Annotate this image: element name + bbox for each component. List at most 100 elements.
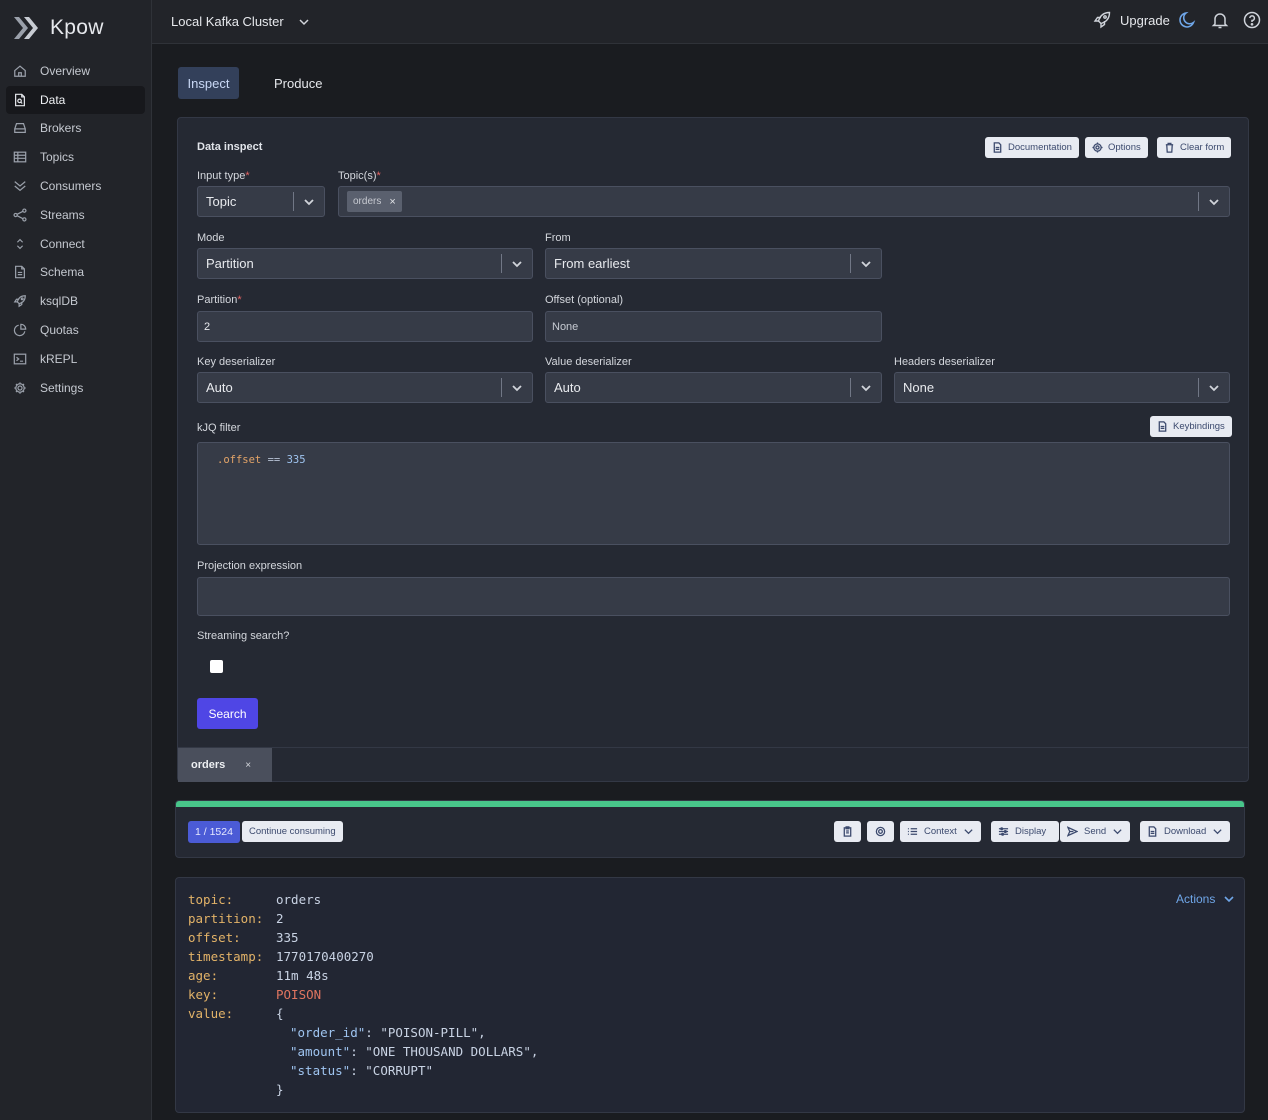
download-button[interactable]: Download xyxy=(1140,821,1231,842)
json-key: "order_id" xyxy=(290,1025,366,1040)
sidebar-item-consumers[interactable]: Consumers xyxy=(6,172,145,200)
notifications-button[interactable] xyxy=(1210,10,1230,30)
projection-editor[interactable] xyxy=(197,577,1230,616)
bell-icon xyxy=(1211,13,1229,29)
sidebar-item-krepl[interactable]: kREPL xyxy=(6,345,145,373)
server-icon xyxy=(12,120,28,136)
target-icon xyxy=(875,826,886,837)
json-line: "status": "CORRUPT" xyxy=(290,1063,433,1078)
json-value: "CORRUPT" xyxy=(365,1063,434,1078)
key-deserializer-label: Key deserializer xyxy=(197,356,276,368)
cluster-name: Local Kafka Cluster xyxy=(171,14,284,29)
sidebar-item-overview[interactable]: Overview xyxy=(6,57,145,85)
sidebar-item-label: Settings xyxy=(40,381,84,395)
from-select[interactable]: From earliest xyxy=(545,248,882,279)
kjq-filter-editor[interactable]: .offset == 335 xyxy=(197,442,1230,545)
file-icon xyxy=(1158,421,1167,432)
mode-select[interactable]: Partition xyxy=(197,248,533,279)
value-deserializer-select[interactable]: Auto xyxy=(545,372,882,403)
partition-input[interactable] xyxy=(197,311,533,342)
sidebar-item-data[interactable]: Data xyxy=(6,86,145,114)
target-button[interactable] xyxy=(867,821,894,842)
sidebar-item-brokers[interactable]: Brokers xyxy=(6,114,145,142)
json-line: "order_id": "POISON-PILL", xyxy=(290,1025,486,1040)
input-type-value: Topic xyxy=(206,194,237,209)
document-icon xyxy=(12,92,28,108)
keybindings-label: Keybindings xyxy=(1173,421,1225,432)
options-button[interactable]: Options xyxy=(1085,137,1148,158)
file-icon xyxy=(12,264,28,280)
tab-inspect[interactable]: Inspect xyxy=(178,67,239,99)
streaming-label: Streaming search? xyxy=(197,630,290,642)
headers-deserializer-value: None xyxy=(903,380,935,395)
display-button[interactable]: Display xyxy=(991,821,1060,842)
keybindings-button[interactable]: Keybindings xyxy=(1150,416,1232,437)
upgrade-button[interactable]: Upgrade xyxy=(1092,10,1170,30)
remove-chip-icon[interactable]: × xyxy=(389,196,395,208)
result-tab-orders[interactable]: orders × xyxy=(178,748,272,782)
sidebar-item-ksqldb[interactable]: ksqlDB xyxy=(6,287,145,315)
partition-label: Partition* xyxy=(197,294,242,306)
list-icon xyxy=(907,828,918,835)
copy-button[interactable] xyxy=(834,821,861,842)
cluster-selector[interactable]: Local Kafka Cluster xyxy=(171,14,310,29)
chevron-down-icon xyxy=(1199,187,1229,216)
send-button[interactable]: Send xyxy=(1060,821,1131,842)
topics-select[interactable]: orders × xyxy=(338,186,1230,217)
record-card: Actions topic: orders partition: 2 offse… xyxy=(175,877,1245,1113)
required-marker: * xyxy=(376,170,381,182)
context-label: Context xyxy=(924,826,957,837)
documentation-button[interactable]: Documentation xyxy=(985,137,1079,158)
clear-form-button[interactable]: Clear form xyxy=(1157,137,1232,158)
sidebar-item-quotas[interactable]: Quotas xyxy=(6,316,145,344)
input-type-select[interactable]: Topic xyxy=(197,186,325,217)
dark-mode-toggle[interactable] xyxy=(1178,10,1198,30)
sidebar-item-connect[interactable]: Connect xyxy=(6,230,145,258)
record-key: key: xyxy=(188,987,219,1002)
mode-label: Mode xyxy=(197,232,225,244)
headers-deserializer-select[interactable]: None xyxy=(894,372,1230,403)
offset-input[interactable] xyxy=(545,311,882,342)
display-label: Display xyxy=(1015,826,1047,837)
record-key: topic: xyxy=(188,892,234,907)
json-colon: : xyxy=(350,1044,366,1059)
json-key: "status" xyxy=(290,1063,351,1078)
send-label: Send xyxy=(1084,826,1107,837)
file-icon xyxy=(993,142,1002,153)
sidebar-item-label: ksqlDB xyxy=(40,294,79,308)
sidebar-item-settings[interactable]: Settings xyxy=(6,374,145,402)
sidebar-item-schema[interactable]: Schema xyxy=(6,258,145,286)
key-deserializer-select[interactable]: Auto xyxy=(197,372,533,403)
panel-title: Data inspect xyxy=(197,141,263,153)
search-button[interactable]: Search xyxy=(197,698,258,729)
chevron-down-icon xyxy=(1224,896,1234,903)
json-line: "amount": "ONE THOUSAND DOLLARS", xyxy=(290,1044,538,1059)
sidebar-item-label: Overview xyxy=(40,64,91,78)
rocket-icon xyxy=(12,293,28,309)
chevron-down-icon xyxy=(851,373,881,402)
close-icon[interactable]: × xyxy=(245,760,251,771)
from-value: From earliest xyxy=(554,256,630,271)
share-icon xyxy=(12,207,28,223)
sidebar-item-topics[interactable]: Topics xyxy=(6,143,145,171)
continue-consuming-button[interactable]: Continue consuming xyxy=(242,821,343,842)
context-button[interactable]: Context xyxy=(900,821,981,842)
brand[interactable]: Kpow xyxy=(0,0,151,56)
record-key: offset: xyxy=(188,930,241,945)
streaming-checkbox[interactable] xyxy=(210,660,223,673)
result-tab-label: orders xyxy=(191,759,226,771)
chevron-down-icon xyxy=(1213,829,1222,835)
topic-chip-label: orders xyxy=(353,196,382,207)
table-icon xyxy=(12,149,28,165)
result-tabs: orders × xyxy=(178,747,1248,782)
required-marker: * xyxy=(245,170,250,182)
actions-dropdown[interactable]: Actions xyxy=(1176,892,1235,906)
record-value: 2 xyxy=(276,911,284,926)
tab-produce[interactable]: Produce xyxy=(264,67,332,99)
sidebar: Kpow Overview Data Brokers Topics Consum… xyxy=(0,0,152,1120)
sidebar-item-streams[interactable]: Streams xyxy=(6,201,145,229)
chevron-down-icon xyxy=(851,249,881,278)
download-label: Download xyxy=(1164,826,1207,837)
chevrons-icon xyxy=(12,178,28,194)
help-button[interactable] xyxy=(1242,10,1262,30)
